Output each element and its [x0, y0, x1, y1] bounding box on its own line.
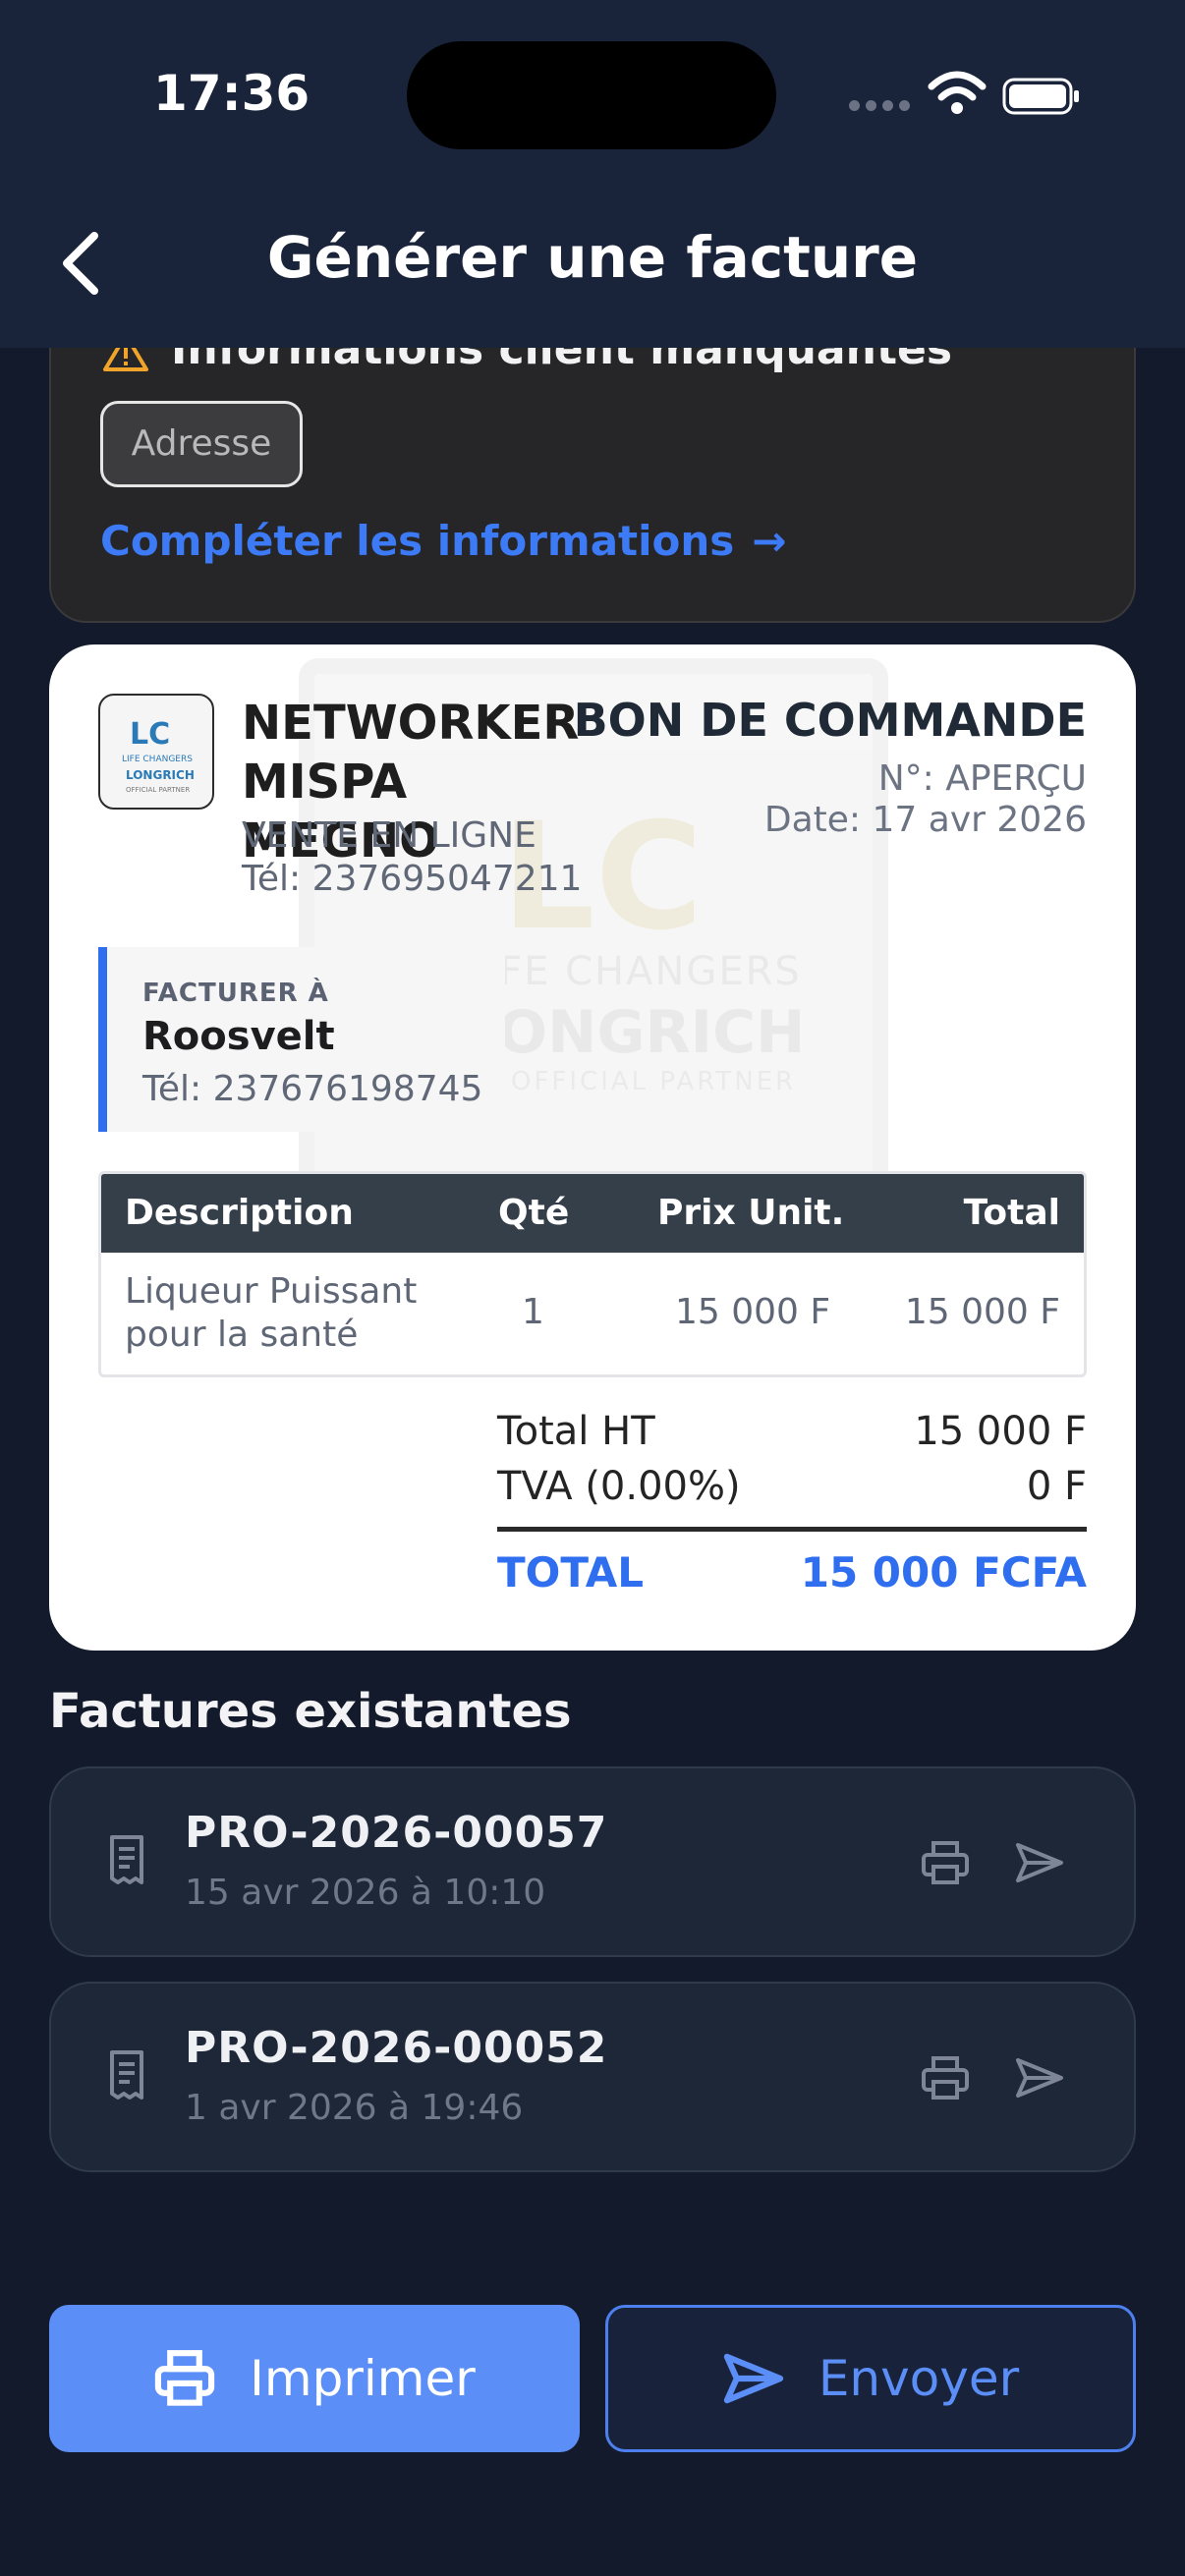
col-description: Description	[125, 1193, 354, 1233]
table-row: Liqueur Puissant pour la santé 1 15 000 …	[101, 1253, 1084, 1374]
invoice-number: PRO-2026-00057	[185, 1808, 608, 1858]
grand-total-label: TOTAL	[497, 1548, 645, 1596]
subtotal-value: 15 000 F	[914, 1409, 1087, 1454]
printer-icon[interactable]	[920, 2052, 971, 2103]
page-title: Générer une facture	[266, 224, 919, 291]
tax-value: 0 F	[1026, 1464, 1087, 1509]
item-unit-price: 15 000 F	[675, 1292, 831, 1332]
complete-info-link[interactable]: Compléter les informations →	[100, 517, 786, 565]
paper-plane-icon[interactable]	[1014, 1837, 1065, 1888]
paper-plane-icon[interactable]	[1014, 2052, 1065, 2103]
document-date: Date: 17 avr 2026	[763, 800, 1087, 840]
printer-icon	[155, 2350, 215, 2406]
print-button-label: Imprimer	[250, 2350, 476, 2407]
send-button-label: Envoyer	[818, 2350, 1020, 2407]
client-name: Roosvelt	[142, 1014, 335, 1059]
missing-field-chip: Adresse	[100, 401, 303, 487]
receipt-icon	[110, 2050, 143, 2100]
signal-dots-icon	[849, 96, 916, 115]
bill-to-label: FACTURER À	[142, 979, 329, 1008]
printer-icon[interactable]	[920, 1837, 971, 1888]
print-button[interactable]: Imprimer	[49, 2305, 580, 2452]
item-qty: 1	[522, 1292, 544, 1332]
col-qty: Qté	[498, 1193, 570, 1233]
items-table: Description Qté Prix Unit. Total Liqueur…	[98, 1171, 1087, 1377]
subtotal-label: Total HT	[497, 1409, 655, 1454]
dynamic-island	[407, 41, 776, 149]
item-description: Liqueur Puissant pour la santé	[125, 1271, 418, 1355]
arrow-right-icon: →	[752, 517, 787, 565]
top-bar: 17:36 Générer une facture	[0, 0, 1185, 348]
table-header: Description Qté Prix Unit. Total	[101, 1174, 1084, 1253]
invoice-preview: LC LIFE CHANGERS LONGRICH OFFICIAL PARTN…	[49, 644, 1136, 1651]
company-logo: LC LIFE CHANGERS LONGRICH OFFICIAL PARTN…	[98, 694, 214, 810]
wifi-icon	[928, 71, 987, 114]
status-icons	[849, 69, 1085, 124]
tax-label: TVA (0.00%)	[497, 1464, 741, 1509]
invoice-date: 1 avr 2026 à 19:46	[185, 2088, 524, 2128]
item-total: 15 000 F	[904, 1292, 1060, 1332]
seller-subtitle: VENTE EN LIGNE	[242, 815, 536, 856]
receipt-icon	[110, 1835, 143, 1884]
seller-phone: Tél: 237695047211	[242, 859, 583, 899]
battery-icon	[1002, 78, 1079, 115]
existing-invoice-item[interactable]: PRO-2026-00057 15 avr 2026 à 10:10	[49, 1766, 1136, 1957]
document-number: N°: APERÇU	[877, 758, 1087, 799]
status-time: 17:36	[153, 65, 310, 122]
bill-to-block: FACTURER À Roosvelt Tél: 237676198745	[98, 947, 505, 1132]
existing-invoices-title: Factures existantes	[49, 1684, 572, 1739]
existing-invoice-item[interactable]: PRO-2026-00052 1 avr 2026 à 19:46	[49, 1982, 1136, 2172]
document-title: BON DE COMMANDE	[573, 694, 1087, 747]
grand-total-value: 15 000 FCFA	[800, 1548, 1087, 1596]
send-button[interactable]: Envoyer	[605, 2305, 1136, 2452]
complete-info-label: Compléter les informations	[100, 517, 735, 565]
invoice-date: 15 avr 2026 à 10:10	[185, 1873, 546, 1913]
col-total: Total	[963, 1193, 1060, 1233]
invoice-number: PRO-2026-00052	[185, 2023, 608, 2073]
client-phone: Tél: 237676198745	[142, 1069, 483, 1109]
totals-divider	[497, 1527, 1087, 1532]
paper-plane-icon	[723, 2353, 783, 2404]
col-unit-price: Prix Unit.	[657, 1193, 845, 1233]
